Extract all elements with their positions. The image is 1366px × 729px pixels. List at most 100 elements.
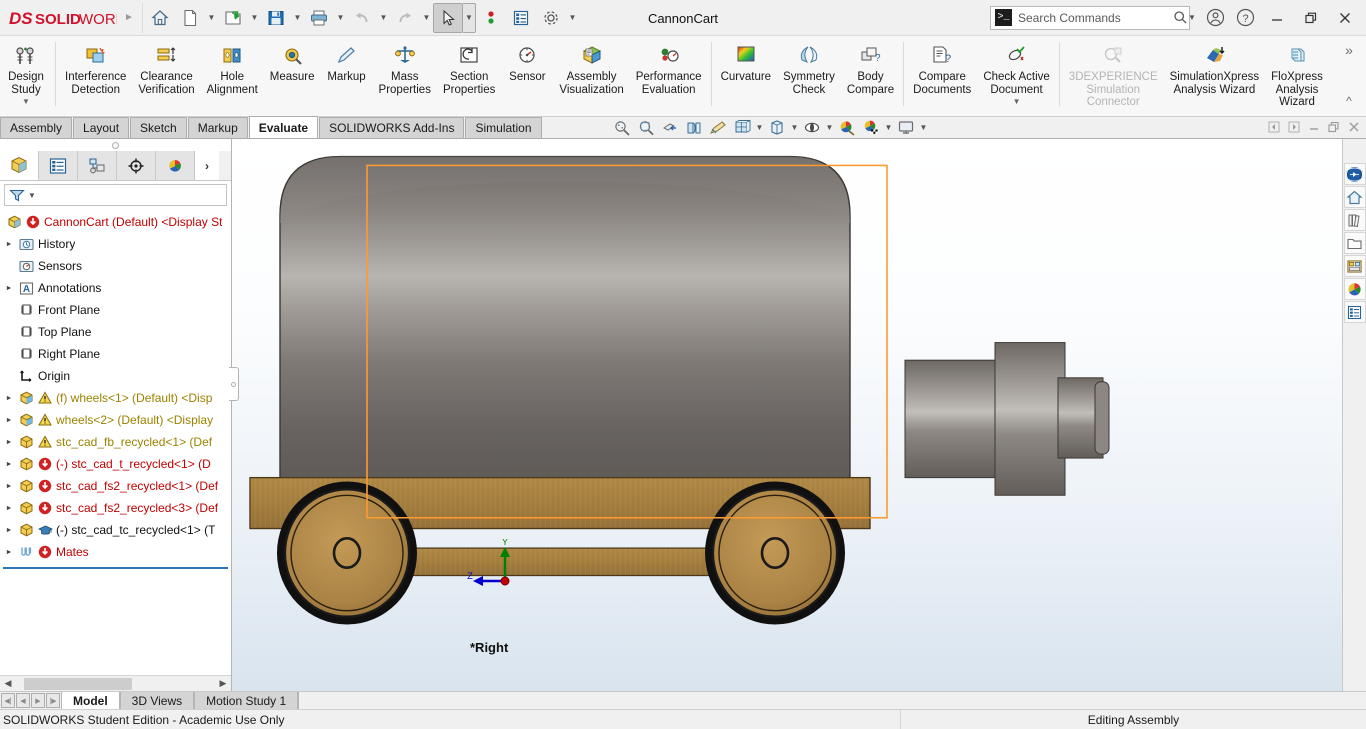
tab-markup[interactable]: Markup — [187, 117, 248, 138]
gear-icon[interactable] — [536, 3, 566, 33]
ribbon-command-sensor[interactable]: Sensor — [501, 39, 553, 85]
search-dropdown-caret[interactable]: ▼ — [1188, 13, 1196, 22]
new-document-dropdown[interactable]: ▼ — [205, 3, 218, 33]
search-icon[interactable] — [1173, 10, 1188, 25]
display-style-icon[interactable] — [765, 116, 789, 138]
search-commands-box[interactable]: >_ ▼ — [990, 5, 1196, 30]
ribbon-command-section-properties[interactable]: Section Properties — [437, 39, 501, 97]
tree-item-annotations[interactable]: ► A Annotations — [0, 277, 231, 299]
tree-item-stc-cad-fb-recycled-1[interactable]: ► stc_cad_fb_recycled<1> (Def — [0, 431, 231, 453]
hide-show-dropdown[interactable]: ▼ — [754, 116, 765, 138]
tree-item-origin[interactable]: Origin — [0, 365, 231, 387]
view-settings-dropdown[interactable]: ▼ — [824, 116, 835, 138]
tree-item-right-plane[interactable]: Right Plane — [0, 343, 231, 365]
doc-restore-button[interactable] — [1324, 117, 1344, 137]
expand-arrow-icon[interactable]: ► — [2, 417, 16, 424]
ribbon-overflow-button[interactable]: » — [1345, 42, 1353, 58]
menu-expand-caret[interactable]: ► — [118, 12, 140, 23]
ribbon-command-symmetry-check[interactable]: Symmetry Check — [777, 39, 841, 97]
expand-arrow-icon[interactable]: ► — [2, 285, 16, 292]
tab-simulation[interactable]: Simulation — [465, 117, 542, 138]
save-icon[interactable] — [261, 3, 291, 33]
doc-tab-model[interactable]: Model — [61, 692, 120, 710]
3dexperience-icon[interactable] — [1343, 163, 1366, 185]
tab-prev-button[interactable]: ◀ — [16, 693, 30, 708]
file-explorer-icon[interactable] — [1343, 232, 1366, 254]
solidworks-logo[interactable]: DS SOLID WORKS — [0, 0, 118, 36]
view-display-icon[interactable] — [894, 116, 918, 138]
doc-tab-3d-views[interactable]: 3D Views — [119, 692, 195, 710]
tree-item-wheels-2[interactable]: ► wheels<2> (Default) <Display — [0, 409, 231, 431]
ribbon-command-3dexperience-simulation-connector[interactable]: 3DEXPERIENCE Simulation Connector — [1063, 39, 1164, 110]
property-manager-tab[interactable] — [39, 151, 78, 180]
view-palette-icon[interactable] — [1343, 255, 1366, 277]
chevron-down-icon[interactable]: ▼ — [22, 98, 30, 106]
expand-arrow-icon[interactable]: ► — [2, 461, 16, 468]
scroll-left-arrow[interactable]: ◀ — [0, 678, 16, 689]
configuration-manager-tab[interactable] — [78, 151, 117, 180]
cannoncart-model[interactable] — [232, 139, 1342, 691]
tree-item-stc-cad-tc-recycled-1[interactable]: ► (-) stc_cad_tc_recycled<1> (T — [0, 519, 231, 541]
tab-evaluate[interactable]: Evaluate — [248, 116, 319, 138]
expand-arrow-icon[interactable]: ► — [2, 439, 16, 446]
ribbon-command-hole-alignment[interactable]: Hole Alignment — [201, 39, 264, 97]
scrollbar-thumb[interactable] — [24, 677, 132, 690]
home-icon[interactable] — [1343, 186, 1366, 208]
tree-item-wheels-1[interactable]: ► (f) wheels<1> (Default) <Disp — [0, 387, 231, 409]
tab-first-button[interactable]: ◀| — [1, 693, 15, 708]
panel-splitter-handle[interactable] — [229, 367, 239, 401]
tab-solidworks-add-ins[interactable]: SOLIDWORKS Add-Ins — [319, 117, 465, 138]
expand-arrow-icon[interactable]: ► — [2, 505, 16, 512]
options-dropdown[interactable]: ▼ — [566, 3, 579, 33]
undo-icon[interactable] — [347, 3, 377, 33]
tree-item-top-plane[interactable]: Top Plane — [0, 321, 231, 343]
expand-arrow-icon[interactable]: ► — [2, 527, 16, 534]
featuremanager-design-tree-tab[interactable] — [0, 151, 39, 180]
ribbon-command-design-study[interactable]: Design Study ▼ — [0, 39, 52, 107]
expand-arrow-icon[interactable]: ► — [2, 241, 16, 248]
tree-item-mates[interactable]: ► Mates — [0, 541, 231, 563]
doc-next-button[interactable] — [1284, 117, 1304, 137]
redo-dropdown[interactable]: ▼ — [420, 3, 433, 33]
ribbon-command-simulationxpress-analysis-wizard[interactable]: SimulationXpress Analysis Wizard — [1164, 39, 1265, 97]
open-document-icon[interactable] — [218, 3, 248, 33]
ribbon-command-performance-evaluation[interactable]: Performance Evaluation — [630, 39, 708, 97]
doc-minimize-button[interactable] — [1304, 117, 1324, 137]
ribbon-command-floxpress-analysis-wizard[interactable]: FloXpress Analysis Wizard — [1265, 39, 1329, 110]
scrollbar-track[interactable] — [16, 677, 215, 690]
ribbon-command-clearance-verification[interactable]: Clearance Verification — [132, 39, 200, 97]
tab-sketch[interactable]: Sketch — [130, 117, 187, 138]
feature-tree-filter[interactable]: ▼ — [4, 184, 227, 206]
zoom-to-fit-icon[interactable] — [634, 116, 658, 138]
feature-tree-horizontal-scrollbar[interactable]: ◀ ▶ — [0, 675, 231, 691]
user-account-icon[interactable] — [1200, 3, 1230, 33]
home-icon[interactable] — [145, 3, 175, 33]
graphics-viewport[interactable]: Y Z *Right — [232, 139, 1342, 691]
undo-dropdown[interactable]: ▼ — [377, 3, 390, 33]
restore-window-button[interactable] — [1294, 3, 1328, 33]
expand-tabs-button[interactable]: › — [195, 151, 219, 180]
design-library-icon[interactable] — [1343, 209, 1366, 231]
panel-grip-handle[interactable] — [0, 139, 231, 151]
print-icon[interactable] — [304, 3, 334, 33]
scroll-right-arrow[interactable]: ▶ — [215, 678, 231, 689]
ribbon-collapse-button[interactable]: ^ — [1346, 94, 1352, 108]
expand-arrow-icon[interactable]: ► — [2, 395, 16, 402]
view-orientation-icon[interactable] — [682, 116, 706, 138]
expand-arrow-icon[interactable]: ► — [2, 549, 16, 556]
section-view-icon[interactable] — [658, 116, 682, 138]
display-style-dropdown[interactable]: ▼ — [789, 116, 800, 138]
apply-scene-ball-icon[interactable] — [859, 116, 883, 138]
help-icon[interactable]: ? — [1230, 3, 1260, 33]
save-dropdown[interactable]: ▼ — [291, 3, 304, 33]
ribbon-command-mass-properties[interactable]: Mass Properties — [373, 39, 437, 97]
view-settings-icon[interactable] — [800, 116, 824, 138]
custom-properties-icon[interactable] — [1343, 301, 1366, 323]
doc-close-button[interactable] — [1344, 117, 1364, 137]
tree-item-stc-cad-fs2-recycled-1[interactable]: ► stc_cad_fs2_recycled<1> (Def — [0, 475, 231, 497]
open-document-dropdown[interactable]: ▼ — [248, 3, 261, 33]
ribbon-command-measure[interactable]: Measure — [264, 39, 321, 85]
zoom-to-area-icon[interactable] — [610, 116, 634, 138]
new-document-icon[interactable] — [175, 3, 205, 33]
tab-assembly[interactable]: Assembly — [0, 117, 73, 138]
